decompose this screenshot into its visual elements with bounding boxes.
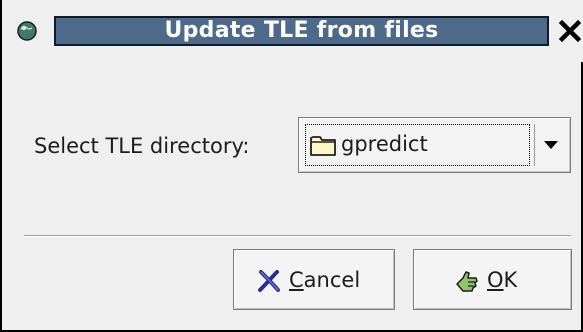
window-title: Update TLE from files [164, 18, 439, 43]
directory-value: gpredict [341, 132, 428, 156]
title-bar[interactable]: Update TLE from files [2, 0, 583, 62]
ok-hand-icon [456, 271, 478, 292]
globe-icon[interactable] [16, 20, 38, 42]
cancel-button[interactable]: Cancel [233, 249, 395, 310]
ok-button[interactable]: OK [413, 249, 572, 310]
dialog-content: Select TLE directory: gpredict Cancel OK [2, 62, 581, 330]
combo-separator [534, 124, 535, 166]
cancel-x-icon [258, 270, 280, 292]
dialog-window: Update TLE from files Select TLE directo… [0, 0, 583, 332]
folder-icon [310, 136, 336, 156]
chevron-down-icon[interactable] [544, 141, 558, 149]
directory-label: Select TLE directory: [34, 134, 250, 158]
directory-combo[interactable]: gpredict [298, 117, 571, 173]
button-area-separator [24, 235, 571, 237]
close-icon[interactable] [558, 19, 582, 43]
ok-button-label: OK [487, 268, 518, 292]
cancel-button-label: Cancel [289, 268, 361, 292]
